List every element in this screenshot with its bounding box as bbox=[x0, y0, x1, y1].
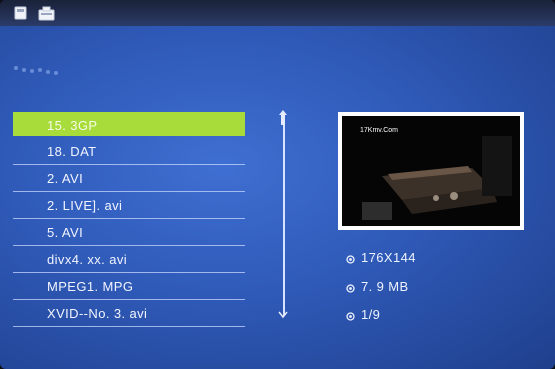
file-index-value: 1/9 bbox=[361, 307, 381, 322]
file-item[interactable]: 5. AVI bbox=[13, 219, 245, 246]
screen: 15. 3GP 18. DAT 2. AVI 2. LIVE]. avi 5. … bbox=[0, 0, 555, 369]
scroll-up-icon[interactable] bbox=[278, 110, 288, 126]
thumbnail-watermark: 17Kmv.Com bbox=[360, 127, 398, 134]
file-item[interactable]: 15. 3GP bbox=[13, 112, 245, 136]
scrollbar-track[interactable] bbox=[283, 116, 285, 316]
file-list: 15. 3GP 18. DAT 2. AVI 2. LIVE]. avi 5. … bbox=[13, 112, 245, 327]
storage-card-icon[interactable] bbox=[14, 6, 27, 25]
file-name: 5. AVI bbox=[47, 225, 84, 240]
file-name: divx4. xx. avi bbox=[47, 252, 128, 267]
scroll-down-icon[interactable] bbox=[278, 306, 288, 319]
file-name: 18. DAT bbox=[47, 144, 97, 159]
file-item[interactable]: 2. LIVE]. avi bbox=[13, 192, 245, 219]
top-bar bbox=[0, 0, 555, 26]
file-item[interactable]: divx4. xx. avi bbox=[13, 246, 245, 273]
bullet-icon bbox=[346, 309, 355, 321]
video-thumbnail: 17Kmv.Com bbox=[342, 116, 520, 226]
file-name: 2. AVI bbox=[47, 171, 84, 186]
decorative-dots bbox=[14, 62, 64, 78]
file-name: 15. 3GP bbox=[47, 118, 98, 133]
file-item[interactable]: XVID--No. 3. avi bbox=[13, 300, 245, 327]
bullet-icon bbox=[346, 252, 355, 264]
file-name: 2. LIVE]. avi bbox=[47, 198, 123, 213]
file-item[interactable]: 2. AVI bbox=[13, 165, 245, 192]
preview-frame: 17Kmv.Com bbox=[338, 112, 524, 230]
file-size-value: 7. 9 MB bbox=[361, 279, 409, 294]
file-name: XVID--No. 3. avi bbox=[47, 306, 148, 321]
resolution-value: 176X144 bbox=[361, 250, 416, 265]
usb-icon[interactable] bbox=[38, 6, 55, 26]
file-item[interactable]: MPEG1. MPG bbox=[13, 273, 245, 300]
file-name: MPEG1. MPG bbox=[47, 279, 134, 294]
file-item[interactable]: 18. DAT bbox=[13, 138, 245, 165]
bullet-icon bbox=[346, 281, 355, 293]
